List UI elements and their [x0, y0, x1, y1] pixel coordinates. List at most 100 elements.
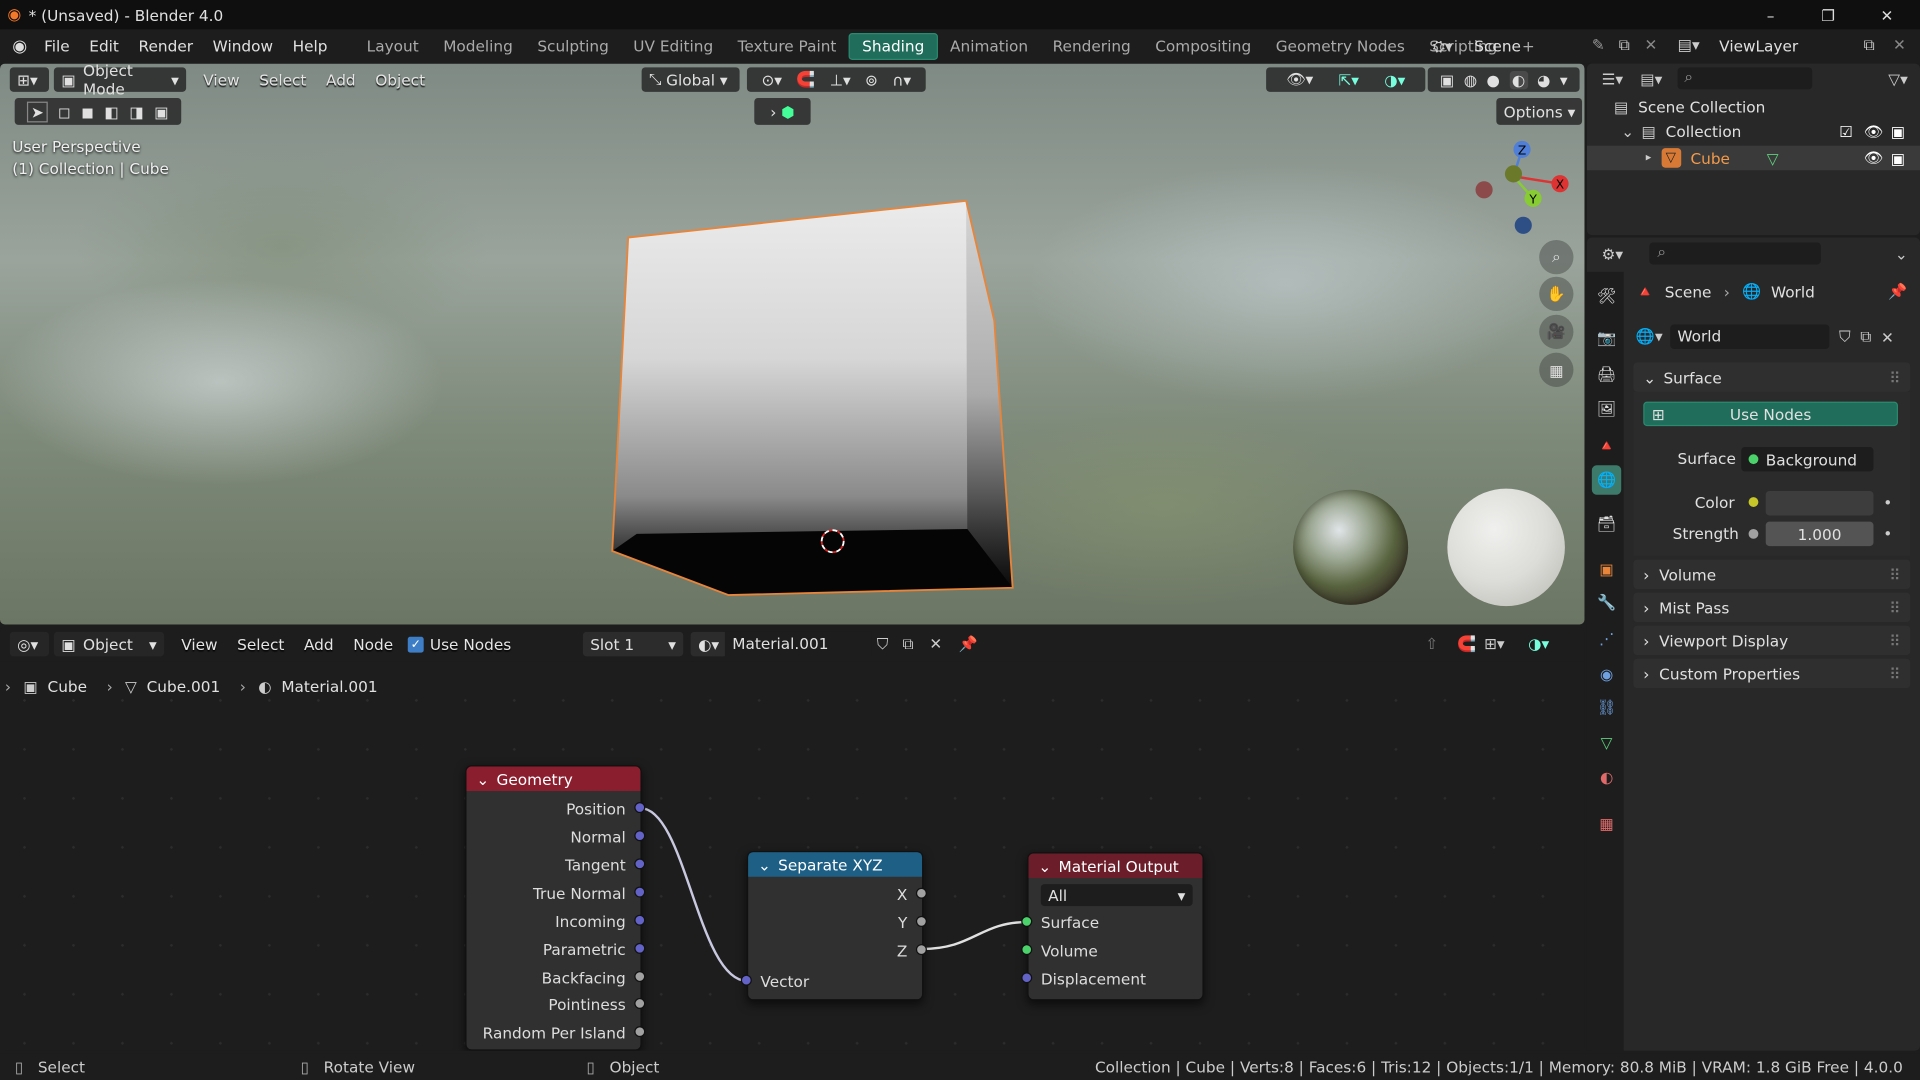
properties-search[interactable]: ⌕ [1649, 242, 1822, 265]
tab-animation[interactable]: Animation [938, 34, 1041, 58]
use-nodes-button[interactable]: ⊞ Use Nodes [1643, 401, 1898, 427]
world-selector[interactable]: 🌐▾ World ⛉ ⧉ ✕ [1636, 323, 1910, 350]
tab-rendering[interactable]: Rendering [1040, 34, 1143, 58]
socket-incoming[interactable] [634, 914, 646, 926]
viewlayer-icon[interactable]: ▤▾ [1678, 36, 1700, 54]
fake-user-icon[interactable]: ⛉ [1839, 327, 1850, 347]
outliner[interactable]: ☰▾ ▤▾ ⌕ ▽▾ ▤ Scene Collection ⌄ ▤ Collecti… [1586, 63, 1920, 236]
menu-window[interactable]: Window [203, 29, 283, 63]
modifier-tab-icon[interactable]: 🔧 [1592, 588, 1621, 617]
object-tab-icon[interactable]: ▣ [1592, 553, 1621, 582]
socket-tangent[interactable] [634, 858, 646, 870]
menu-help[interactable]: Help [283, 29, 337, 63]
socket-surface[interactable] [1021, 915, 1033, 927]
surface-panel-header[interactable]: ⌄ Surface ⠿ [1633, 362, 1911, 392]
display-mode-icon[interactable]: ▤▾ [1640, 69, 1662, 87]
minimize-button[interactable]: – [1758, 2, 1782, 26]
constraints-tab-icon[interactable]: ⛓ [1592, 693, 1621, 722]
socket-y[interactable] [915, 915, 927, 927]
particles-tab-icon[interactable]: ⋰ [1592, 623, 1621, 652]
drag-handle-icon[interactable]: ⠿ [1889, 368, 1900, 386]
material-output-node[interactable]: ⌄ Material Output All ▾ Surface Volume Dis… [1027, 852, 1204, 1001]
animate-strength-dot-icon[interactable]: • [1883, 524, 1892, 542]
outliner-object-row[interactable]: ▸ ▽ Cube ▽ 👁 ▣ [1586, 145, 1920, 171]
socket-parametric[interactable] [634, 942, 646, 954]
3d-viewport[interactable]: ⊞▾ ▣ Object Mode ▾ View Select Add Object… [0, 63, 1585, 625]
zoom-icon[interactable]: ⌕ [1539, 240, 1574, 275]
socket-position[interactable] [634, 802, 646, 814]
outliner-collection-row[interactable]: ⌄ ▤ Collection ☑ 👁 ▣ [1621, 122, 1915, 141]
surface-shader-field[interactable]: Background [1741, 446, 1874, 472]
tab-geometry-nodes[interactable]: Geometry Nodes [1263, 34, 1417, 58]
duplicate-world-icon[interactable]: ⧉ [1860, 327, 1871, 347]
pin-scene-icon[interactable]: ✎ [1592, 36, 1605, 54]
diffuse-preview-sphere[interactable] [1447, 488, 1565, 607]
tool-tab-icon[interactable]: 🛠 [1592, 282, 1621, 311]
material-tab-icon[interactable]: ◐ [1592, 762, 1621, 791]
expand-arrow-icon[interactable]: ▸ [1646, 152, 1652, 164]
tab-texture-paint[interactable]: Texture Paint [725, 34, 848, 58]
scene-name[interactable]: Scene [1474, 37, 1521, 55]
exclude-checkbox-icon[interactable]: ☑ [1839, 122, 1853, 140]
scene-selector-icon[interactable]: ⛭▾ [1433, 37, 1453, 57]
material-output-header[interactable]: ⌄ Material Output [1028, 853, 1203, 878]
viewport-display-panel-header[interactable]: › Viewport Display ⠿ [1633, 625, 1911, 656]
socket-z[interactable] [915, 944, 927, 956]
color-swatch[interactable] [1765, 491, 1874, 516]
strength-socket-icon[interactable] [1748, 528, 1759, 539]
collapse-chevron-icon[interactable]: ⌄ [1038, 857, 1051, 875]
delete-view-layer-icon[interactable]: ✕ [1893, 36, 1906, 54]
physics-tab-icon[interactable]: ◉ [1592, 659, 1621, 688]
pin-icon[interactable]: 📌 [1888, 282, 1907, 302]
render-tab-icon[interactable]: 📷 [1592, 323, 1621, 352]
perspective-toggle-icon[interactable]: ▦ [1539, 352, 1574, 387]
outliner-scene-collection[interactable]: ▤ Scene Collection [1614, 98, 1766, 116]
socket-volume[interactable] [1021, 944, 1033, 956]
socket-normal[interactable] [634, 830, 646, 842]
menu-edit[interactable]: Edit [79, 29, 128, 63]
collapse-chevron-icon[interactable]: ⌄ [476, 770, 489, 788]
tab-uv-editing[interactable]: UV Editing [621, 34, 725, 58]
drag-handle-icon[interactable]: ⠿ [1889, 598, 1900, 616]
pan-hand-icon[interactable]: ✋ [1539, 276, 1574, 312]
navigation-gizmo[interactable]: Z X Y [1467, 137, 1577, 242]
blender-menu-icon[interactable]: ◉ [12, 37, 34, 57]
separate-xyz-header[interactable]: ⌄ Separate XYZ [748, 852, 923, 877]
shader-node-editor[interactable]: ◎▾ ▣ Object ▾ View Select Add Node ✓ Use N… [0, 626, 1585, 1051]
output-tab-icon[interactable]: 🖨 [1592, 360, 1621, 389]
volume-panel-header[interactable]: › Volume ⠿ [1633, 559, 1911, 589]
tab-sculpting[interactable]: Sculpting [525, 34, 621, 58]
world-tab-icon[interactable]: 🌐 [1591, 465, 1622, 495]
drag-handle-icon[interactable]: ⠿ [1889, 565, 1900, 583]
texture-tab-icon[interactable]: ▦ [1592, 808, 1621, 837]
visibility-eye-icon[interactable]: 👁 [1864, 148, 1883, 168]
drag-handle-icon[interactable]: ⠿ [1889, 631, 1900, 649]
new-scene-icon[interactable]: ⧉ [1619, 36, 1630, 56]
socket-true-normal[interactable] [634, 886, 646, 898]
geometry-node[interactable]: ⌄ Geometry Position Normal Tangent True N… [465, 765, 642, 1051]
tab-layout[interactable]: Layout [354, 34, 431, 58]
camera-view-icon[interactable]: 🎥 [1539, 314, 1574, 349]
scene-tab-icon[interactable]: 🔺 [1592, 431, 1621, 460]
strength-field[interactable]: 1.000 [1765, 521, 1874, 547]
render-camera-icon[interactable]: ▣ [1891, 149, 1905, 167]
delete-scene-icon[interactable]: ✕ [1644, 36, 1657, 54]
menu-file[interactable]: File [34, 29, 79, 63]
collection-tab-icon[interactable]: 🗃 [1592, 509, 1621, 538]
maximize-button[interactable]: ❐ [1816, 2, 1840, 26]
tab-compositing[interactable]: Compositing [1143, 34, 1263, 58]
close-button[interactable]: ✕ [1875, 2, 1899, 26]
menu-render[interactable]: Render [129, 29, 203, 63]
new-view-layer-icon[interactable]: ⧉ [1864, 36, 1875, 56]
expand-arrow-icon[interactable]: ⌄ [1621, 122, 1634, 140]
socket-x[interactable] [915, 887, 927, 899]
tab-shading[interactable]: Shading [848, 33, 938, 61]
socket-random-per-island[interactable] [634, 1026, 646, 1038]
data-tab-icon[interactable]: ▽ [1592, 727, 1621, 756]
tab-modeling[interactable]: Modeling [431, 34, 525, 58]
geometry-node-header[interactable]: ⌄ Geometry [466, 766, 641, 792]
view-layer-tab-icon[interactable]: 🖼 [1592, 394, 1621, 423]
socket-backfacing[interactable] [634, 971, 646, 983]
view-layer-name[interactable]: ViewLayer [1719, 37, 1798, 55]
world-browse-icon[interactable]: 🌐▾ [1636, 327, 1663, 347]
